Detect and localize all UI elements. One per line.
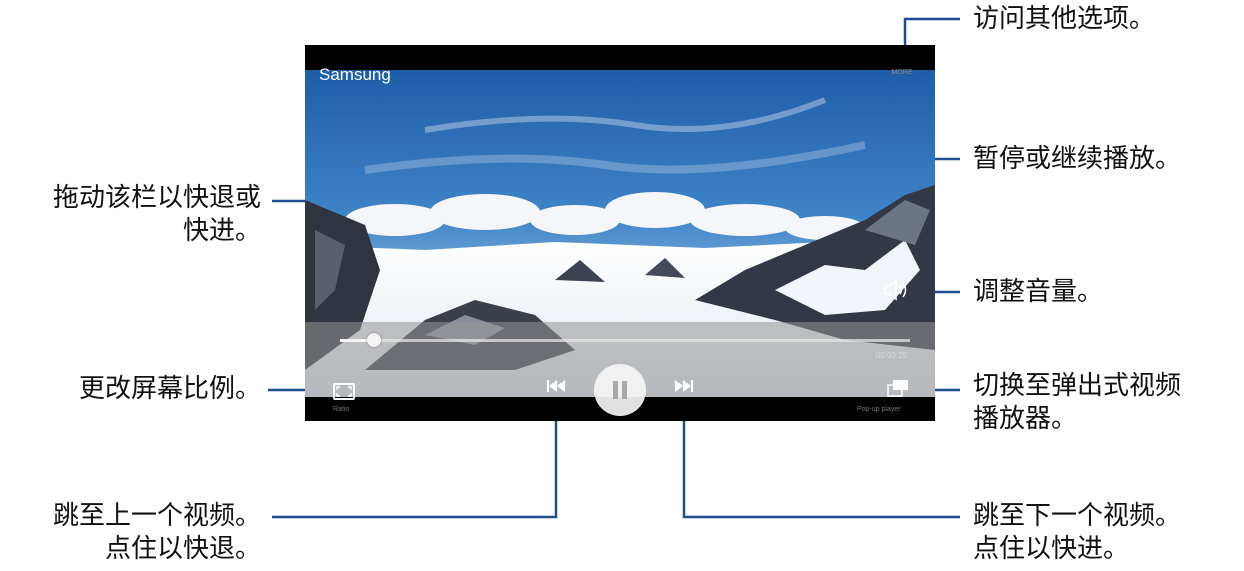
callout-next: 跳至下一个视频。 点住以快进。 — [973, 501, 1182, 564]
aspect-ratio-icon[interactable] — [333, 383, 355, 400]
callout-more-options: 访问其他选项。 — [973, 4, 1156, 34]
remaining-time: 00:03:25 — [875, 351, 907, 360]
callout-pause-resume: 暂停或继续播放。 — [973, 144, 1182, 174]
line-more — [903, 17, 960, 46]
popup-player-label: Pop-up player — [857, 406, 901, 413]
callout-volume: 调整音量。 — [973, 277, 1104, 307]
callout-popup: 切换至弹出式视频 播放器。 — [973, 371, 1182, 434]
video-player-screen: Samsung MORE 00:03:25 Ratio Pop-up playe… — [305, 45, 935, 421]
skip-next-icon[interactable] — [674, 378, 694, 392]
pause-icon — [613, 381, 618, 399]
callout-seek-bar: 拖动该栏以快退或 快进。 — [52, 183, 261, 246]
more-button[interactable]: MORE — [879, 65, 925, 81]
popup-player-icon[interactable] — [887, 379, 909, 397]
top-bar — [305, 45, 935, 70]
seek-bar[interactable] — [340, 339, 910, 342]
pause-icon-bar — [622, 381, 627, 399]
pause-button[interactable] — [594, 364, 646, 416]
speaker-icon[interactable] — [883, 278, 909, 302]
video-title: Samsung — [319, 65, 391, 84]
skip-previous-icon[interactable] — [546, 378, 566, 392]
callout-previous: 跳至上一个视频。 点住以快退。 — [52, 501, 261, 564]
callout-ratio: 更改屏幕比例。 — [78, 374, 261, 404]
ratio-label: Ratio — [333, 406, 350, 413]
